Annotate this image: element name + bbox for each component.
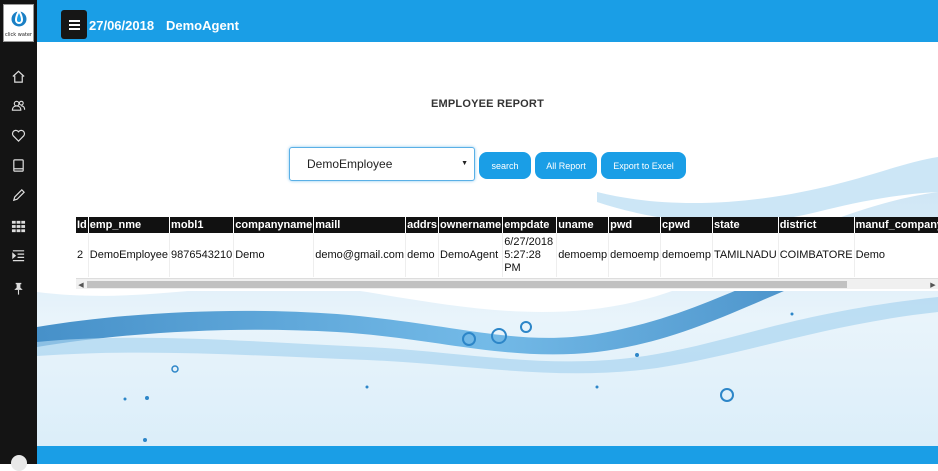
cell-district: COIMBATORE: [778, 233, 855, 277]
col-header-uname: uname: [556, 217, 610, 233]
col-header-id: Id: [76, 217, 89, 233]
col-header-addrs: addrs: [405, 217, 440, 233]
cell-uname: demoemp: [556, 233, 610, 277]
all-report-button[interactable]: All Report: [535, 152, 597, 179]
table-row: 2 DemoEmployee 9876543210 Demo demo@gmai…: [76, 233, 938, 277]
cell-state: TAMILNADU: [712, 233, 779, 277]
logo: click water: [3, 4, 34, 42]
col-header-emp-nme: emp_nme: [88, 217, 171, 233]
search-button[interactable]: search: [479, 152, 531, 179]
scrollbar-thumb[interactable]: [87, 281, 847, 288]
cell-mobl1: 9876543210: [169, 233, 235, 277]
water-drop-icon: [11, 9, 27, 27]
cell-id: 2: [76, 233, 89, 277]
logo-text: click water: [4, 32, 32, 38]
col-header-mobl1: mobl1: [169, 217, 235, 233]
col-header-district: district: [778, 217, 855, 233]
book-icon[interactable]: [9, 156, 27, 174]
header-agent-name: DemoAgent: [166, 18, 239, 33]
report-title: EMPLOYEE REPORT: [430, 98, 545, 110]
sidebar: click water: [0, 0, 37, 471]
cell-pwd: demoemp: [608, 233, 662, 277]
col-header-empdate: empdate: [502, 217, 558, 233]
col-header-manuf-company: manuf_company: [854, 217, 938, 233]
hamburger-icon: [68, 19, 80, 30]
employee-select[interactable]: DemoEmployee ▼: [289, 147, 475, 181]
footer-bar: [37, 446, 938, 464]
cell-addrs: demo: [405, 233, 440, 277]
cell-companyname: Demo: [233, 233, 315, 277]
col-header-companyname: companyname: [233, 217, 315, 233]
cell-manuf-company: Demo: [854, 233, 938, 277]
users-icon[interactable]: [9, 96, 27, 114]
cell-maill: demo@gmail.com: [313, 233, 407, 277]
cell-cpwd: demoemp: [660, 233, 713, 277]
scroll-left-icon[interactable]: ◀: [76, 279, 86, 290]
cell-ownername: DemoAgent: [438, 233, 504, 277]
list-indent-icon[interactable]: [9, 246, 27, 264]
heart-icon[interactable]: [9, 126, 27, 144]
cell-emp-nme: DemoEmployee: [88, 233, 171, 277]
col-header-cpwd: cpwd: [660, 217, 713, 233]
col-header-state: state: [712, 217, 779, 233]
pencil-icon[interactable]: [9, 186, 27, 204]
caret-down-icon: ▼: [461, 160, 468, 167]
main-content: EMPLOYEE REPORT DemoEmployee ▼ search Al…: [37, 42, 938, 446]
horizontal-scrollbar[interactable]: ◀ ▶: [76, 278, 938, 289]
scroll-right-icon[interactable]: ▶: [928, 279, 938, 290]
table-header-row: Id emp_nme mobl1 companyname maill addrs…: [76, 217, 938, 233]
avatar[interactable]: [11, 455, 27, 471]
grid-icon[interactable]: [9, 217, 27, 235]
employee-select-value: DemoEmployee: [307, 157, 393, 171]
col-header-maill: maill: [313, 217, 407, 233]
header-date: 27/06/2018: [89, 18, 155, 33]
export-excel-button[interactable]: Export to Excel: [601, 152, 686, 179]
col-header-pwd: pwd: [608, 217, 662, 233]
home-icon[interactable]: [9, 67, 27, 85]
pin-icon[interactable]: [9, 279, 27, 297]
menu-toggle-button[interactable]: [61, 10, 87, 39]
col-header-ownername: ownername: [438, 217, 504, 233]
cell-empdate: 6/27/2018 5:27:28 PM: [502, 233, 558, 277]
report-table: Id emp_nme mobl1 companyname maill addrs…: [76, 217, 938, 277]
